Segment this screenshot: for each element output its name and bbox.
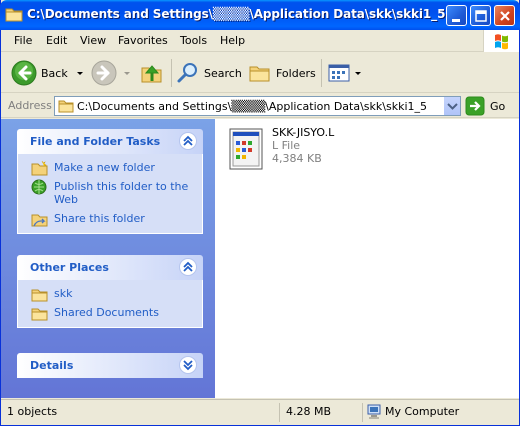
maximize-button[interactable] <box>470 5 491 26</box>
address-value: C:\Documents and Settings\▒▒▒▒\Applicati… <box>77 100 427 113</box>
address-label: Address <box>8 99 52 112</box>
panel-title: Other Places <box>30 261 109 274</box>
search-label: Search <box>204 66 242 80</box>
share-folder-icon <box>31 214 48 227</box>
collapse-chevron-icon[interactable] <box>179 132 197 150</box>
file-icon <box>229 128 263 170</box>
up-folder-icon <box>141 65 162 83</box>
panel-body: Make a new folder Publish this folder to… <box>17 154 203 234</box>
task-share-folder[interactable]: Share this folder <box>18 212 202 227</box>
maximize-icon <box>475 10 487 22</box>
file-type: L File <box>272 139 301 152</box>
menu-file[interactable]: File <box>14 34 32 47</box>
panel-title: File and Folder Tasks <box>30 135 161 148</box>
toolbar-separator <box>321 59 322 87</box>
menu-edit[interactable]: Edit <box>46 34 67 47</box>
place-label: skk <box>54 287 73 300</box>
file-folder-tasks-panel: File and Folder Tasks Make a new folder … <box>17 129 203 234</box>
explorer-window: C:\Documents and Settings\▒▒▒▒\Applicati… <box>0 0 520 426</box>
folder-icon <box>31 289 48 302</box>
views-icon <box>328 64 350 82</box>
place-skk[interactable]: skk <box>18 287 202 302</box>
task-label: Publish this folder to the Web <box>54 180 189 206</box>
address-input[interactable]: C:\Documents and Settings\▒▒▒▒\Applicati… <box>54 96 461 116</box>
search-button[interactable]: Search <box>176 58 242 88</box>
folder-icon <box>31 308 48 321</box>
panel-title: Details <box>30 359 74 372</box>
other-places-panel: Other Places skk Shared Documents <box>17 255 203 328</box>
menu-view[interactable]: View <box>80 34 106 47</box>
menu-help[interactable]: Help <box>220 34 245 47</box>
title-bar[interactable]: C:\Documents and Settings\▒▒▒▒\Applicati… <box>0 0 520 30</box>
file-name: SKK-JISYO.L <box>272 126 335 139</box>
menu-bar: File Edit View Favorites Tools Help <box>1 30 519 52</box>
expand-chevron-icon[interactable] <box>179 356 197 374</box>
place-label: Shared Documents <box>54 306 159 319</box>
new-folder-icon <box>31 160 48 176</box>
status-bar: 1 objects 4.28 MB My Computer <box>1 399 519 425</box>
collapse-chevron-icon[interactable] <box>179 258 197 276</box>
close-button[interactable] <box>494 5 515 26</box>
status-divider <box>279 403 280 422</box>
folder-icon <box>5 8 23 22</box>
go-arrow-icon <box>465 96 485 116</box>
minimize-button[interactable] <box>446 5 467 26</box>
views-dropdown-icon[interactable] <box>353 68 363 78</box>
task-publish-web[interactable]: Publish this folder to the Web <box>18 179 202 206</box>
toolbar-separator <box>171 59 172 87</box>
publish-web-icon <box>31 179 47 195</box>
search-icon <box>177 63 197 83</box>
address-dropdown-button[interactable] <box>443 97 460 115</box>
window-title: C:\Documents and Settings\▒▒▒▒\Applicati… <box>27 7 446 21</box>
go-label: Go <box>490 99 506 113</box>
folders-button[interactable]: Folders <box>248 58 316 88</box>
status-divider <box>362 403 363 422</box>
folders-icon <box>249 66 270 82</box>
back-dropdown-icon[interactable] <box>74 68 86 78</box>
back-arrow-icon <box>11 60 37 86</box>
go-button[interactable]: Go <box>465 96 505 116</box>
place-shared-documents[interactable]: Shared Documents <box>18 306 202 321</box>
forward-dropdown-icon[interactable] <box>121 68 133 78</box>
task-pane: File and Folder Tasks Make a new folder … <box>1 119 215 398</box>
folders-label: Folders <box>276 66 316 80</box>
back-label: Back <box>41 66 68 80</box>
forward-button[interactable] <box>91 58 133 88</box>
file-list[interactable]: SKK-JISYO.L L File 4,384 KB <box>215 119 519 398</box>
task-label: Share this folder <box>54 212 145 225</box>
status-object-count: 1 objects <box>7 405 58 418</box>
status-zone: My Computer <box>385 405 460 418</box>
back-button[interactable]: Back <box>11 58 86 88</box>
up-folder-button[interactable] <box>140 58 164 88</box>
panel-header[interactable]: Other Places <box>17 255 203 280</box>
my-computer-icon <box>367 404 381 419</box>
task-label: Make a new folder <box>54 161 155 174</box>
menu-favorites[interactable]: Favorites <box>118 34 168 47</box>
details-panel: Details <box>17 353 203 378</box>
views-button[interactable] <box>327 58 363 88</box>
minimize-icon <box>452 19 460 22</box>
menu-tools[interactable]: Tools <box>180 34 207 47</box>
panel-body: skk Shared Documents <box>17 280 203 328</box>
forward-arrow-icon <box>91 60 117 86</box>
toolbar: Back Search Folders <box>1 53 519 93</box>
panel-header[interactable]: File and Folder Tasks <box>17 129 203 154</box>
file-size: 4,384 KB <box>272 152 322 165</box>
windows-logo-icon <box>483 30 519 52</box>
status-size: 4.28 MB <box>286 405 332 418</box>
chevron-down-icon <box>447 103 458 110</box>
panel-header[interactable]: Details <box>17 353 203 378</box>
address-bar: Address C:\Documents and Settings\▒▒▒▒\A… <box>1 94 519 118</box>
task-make-new-folder[interactable]: Make a new folder <box>18 160 202 176</box>
folder-icon <box>58 100 74 113</box>
close-icon <box>500 11 510 21</box>
